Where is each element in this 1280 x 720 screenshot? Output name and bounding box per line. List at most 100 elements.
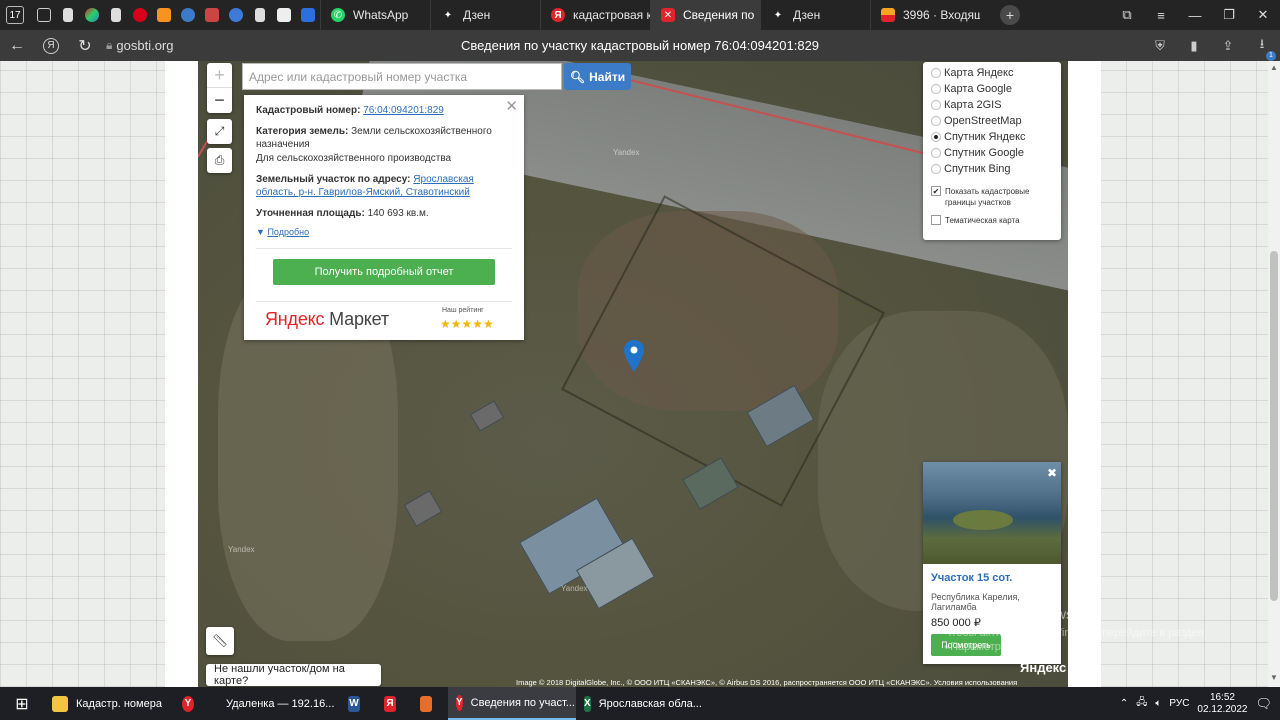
layer-option-2gis[interactable]: Карта 2GIS <box>931 99 1002 111</box>
tab-label: 3996 · Входящие <box>903 8 980 22</box>
network-icon[interactable]: 🖧︎ <box>1136 695 1147 712</box>
taskbar-item-yandex[interactable]: Я <box>376 687 412 720</box>
tab-zen-2[interactable]: ✦ Дзен <box>760 0 870 30</box>
zoom-out-button[interactable]: − <box>207 88 232 113</box>
bookmark-icon[interactable]: ▮ <box>1182 38 1206 54</box>
layer-label: Карта Яндекс <box>944 67 1014 79</box>
ok-icon[interactable] <box>152 0 176 30</box>
language-indicator[interactable]: РУС <box>1169 698 1189 709</box>
map-pin-icon[interactable] <box>624 340 644 372</box>
taskbar-item-folder[interactable]: Кадастр. номера <box>44 687 174 720</box>
image-icon[interactable] <box>200 0 224 30</box>
radio-button[interactable] <box>931 100 941 110</box>
taskbar-item-label: Кадастр. номера <box>76 697 162 710</box>
checkbox[interactable] <box>931 215 941 225</box>
radio-button[interactable] <box>931 148 941 158</box>
document-icon[interactable] <box>56 0 80 30</box>
cadastral-number-link[interactable]: 76:04:094201:829 <box>363 105 444 116</box>
taskbar-item-yandex-browser[interactable]: Y <box>174 687 210 720</box>
layer-option-bing-satellite[interactable]: Спутник Bing <box>931 163 1011 175</box>
taskbar-item-word[interactable]: W <box>340 687 376 720</box>
house <box>469 400 505 432</box>
tab-label: WhatsApp <box>353 8 409 22</box>
scrollbar-thumb[interactable] <box>1270 251 1278 601</box>
checkbox-checked[interactable]: ✔ <box>931 186 941 196</box>
restore-icon[interactable]: ❐ <box>1212 0 1246 30</box>
scroll-down-icon[interactable]: ▼ <box>1268 673 1280 685</box>
thematic-map-option[interactable]: Тематическая карта <box>931 215 1055 226</box>
volume-icon[interactable]: 🔈︎ <box>1155 698 1161 709</box>
taskbar-item-browser-active[interactable]: Y Сведения по участ... <box>448 687 576 720</box>
print-button[interactable]: ⎙ <box>207 148 232 173</box>
clock-date: 02.12.2022 <box>1197 703 1248 715</box>
url-domain[interactable]: gosbti.org <box>116 38 173 53</box>
details-toggle[interactable]: ▼ Подробно <box>256 226 511 239</box>
taskbar-item-remote[interactable]: Удаленка — 192.16... <box>210 687 340 720</box>
tab-label: Дзен <box>463 8 491 22</box>
yandex-home-icon[interactable]: Я <box>34 30 68 61</box>
kinopoisk-icon[interactable] <box>296 0 320 30</box>
windows-activation-title: Активация Windows <box>944 606 1074 622</box>
document-icon[interactable] <box>104 0 128 30</box>
lock-icon[interactable]: 🔒︎ <box>106 38 112 53</box>
back-icon[interactable]: ← <box>0 30 34 61</box>
minimize-icon[interactable]: — <box>1178 0 1212 30</box>
layer-option-yandex-map[interactable]: Карта Яндекс <box>931 67 1013 79</box>
radio-button[interactable] <box>931 84 941 94</box>
layer-option-google-satellite[interactable]: Спутник Google <box>931 147 1024 159</box>
taskbar-item-excel[interactable]: X Ярославская обла... <box>576 687 706 720</box>
fullscreen-button[interactable]: ⤢ <box>207 119 232 144</box>
menu-icon[interactable]: ≡ <box>1144 0 1178 30</box>
ad-image[interactable] <box>923 462 1061 564</box>
yandex-market-logo[interactable]: Яндекс Маркет <box>265 309 389 330</box>
clock[interactable]: 16:52 02.12.2022 <box>1197 692 1247 716</box>
chevron-up-icon[interactable]: ⌃ <box>1120 698 1128 709</box>
radio-button[interactable] <box>931 68 941 78</box>
notifications-icon[interactable]: 🗨︎ <box>1255 696 1272 712</box>
downloads-icon[interactable]: ⭳ 1 <box>1250 35 1276 61</box>
close-window-icon[interactable]: ✕ <box>1246 0 1280 30</box>
reload-icon[interactable]: ↻ <box>68 30 102 61</box>
radio-button[interactable] <box>931 116 941 126</box>
tab-count-badge[interactable]: 17 <box>6 6 24 24</box>
start-button[interactable]: ⊞ <box>0 687 44 720</box>
tab-cadastral-map[interactable]: Я кадастровая кар <box>540 0 650 30</box>
edge-icon[interactable] <box>176 0 200 30</box>
not-found-link[interactable]: Не нашли участок/дом на карте? <box>206 663 381 687</box>
layer-option-google-map[interactable]: Карта Google <box>931 83 1012 95</box>
hh-icon[interactable] <box>128 0 152 30</box>
font-icon[interactable] <box>272 0 296 30</box>
layer-option-osm[interactable]: OpenStreetMap <box>931 115 1022 127</box>
radio-button-selected[interactable] <box>931 132 941 142</box>
layer-option-yandex-satellite[interactable]: Спутник Яндекс <box>931 131 1026 143</box>
ruler-button[interactable]: 📏︎ <box>206 627 234 655</box>
new-tab-icon[interactable] <box>32 0 56 30</box>
apps-icon[interactable] <box>80 0 104 30</box>
collections-icon[interactable]: ⧉ <box>1110 0 1144 30</box>
tab-whatsapp[interactable]: ✆ WhatsApp <box>320 0 430 30</box>
taskbar-item-label: Ярославская обла... <box>598 697 702 710</box>
map-copyright: Image © 2018 DigitalGlobe, Inc., © ООО И… <box>516 678 1018 687</box>
scroll-up-icon[interactable]: ▲ <box>1268 63 1280 75</box>
page-scrollbar[interactable]: ▲ ▼ <box>1268 61 1280 687</box>
search-input[interactable] <box>242 63 562 90</box>
radio-button[interactable] <box>931 164 941 174</box>
find-button[interactable]: 🔍︎ Найти <box>564 63 631 90</box>
triangle-down-icon: ▼ <box>256 227 265 237</box>
tab-mail[interactable]: 3996 · Входящие <box>870 0 980 30</box>
document-icon[interactable] <box>248 0 272 30</box>
ad-title[interactable]: Участок 15 сот. <box>931 572 1012 584</box>
taskbar-item-app[interactable] <box>412 687 448 720</box>
cadastral-borders-option[interactable]: ✔ Показать кадастровые границы участков <box>931 186 1055 208</box>
tab-gosbti[interactable]: ✕ Сведения по ✕ <box>650 0 760 30</box>
yandex-map-logo[interactable]: Яндекс <box>1020 660 1066 675</box>
camera-icon[interactable] <box>224 0 248 30</box>
protect-icon[interactable]: ⛨ <box>1148 38 1172 54</box>
zoom-in-button[interactable]: + <box>207 63 232 88</box>
share-icon[interactable]: ⇪ <box>1216 38 1240 54</box>
map-watermark: Yandex <box>228 545 255 554</box>
tab-zen-1[interactable]: ✦ Дзен <box>430 0 540 30</box>
close-icon[interactable]: ✖ <box>1047 466 1057 480</box>
new-tab-button[interactable]: + <box>1000 5 1020 25</box>
get-report-button[interactable]: Получить подробный отчет <box>273 259 495 285</box>
